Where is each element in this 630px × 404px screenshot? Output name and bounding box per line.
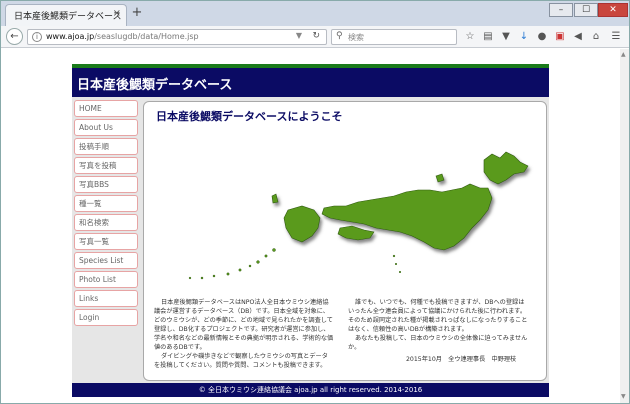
japan-map-image [188,151,529,280]
search-icon: ⚲ [336,31,343,41]
browser-tab[interactable]: 日本産後鰓類データベース × [5,4,127,26]
intro-paragraph-4: あなたも投稿して、日本のウミウシの全体像に迫ってみませんか。 [348,335,528,351]
sidebar-nav: HOME About Us 投稿手順 写真を投稿 写真BBS 種一覧 和名検索 … [74,100,138,328]
url-bar[interactable]: i www.ajoa.jp/seaslugdb/data/Home.jsp ▼ … [27,29,327,45]
maximize-button[interactable]: ☐ [574,3,598,17]
nav-item-links[interactable]: Links [74,290,138,307]
navigation-toolbar: ← i www.ajoa.jp/seaslugdb/data/Home.jsp … [1,26,629,48]
main-content: 日本産後鰓類データベースにようこそ 日本産後鰓類データベースはNPO法人全日本ウ… [143,101,547,381]
search-placeholder: 検索 [348,33,364,42]
welcome-title: 日本産後鰓類データベースにようこそ [156,110,343,123]
signature: 2015年10月 全ウ連理事長 中野理枝 [406,356,517,363]
nav-item-species-list[interactable]: Species List [74,252,138,269]
nav-item-species-index[interactable]: 種一覧 [74,195,138,212]
site-header: 日本産後鰓類データベース [72,68,549,97]
pocket-icon[interactable]: ▼ [499,30,513,44]
url-text: www.ajoa.jp/seaslugdb/data/Home.jsp [46,32,199,41]
reading-list-icon[interactable]: ▤ [481,30,495,44]
nav-item-login[interactable]: Login [74,309,138,326]
nav-item-japanese-name-search[interactable]: 和名検索 [74,214,138,231]
site-footer: © 全日本ウミウシ連絡協議会 ajoa.jp all right reserve… [72,383,549,397]
copyright-text: © 全日本ウミウシ連絡協議会 ajoa.jp all right reserve… [198,386,423,394]
minimize-button[interactable]: – [549,3,573,17]
search-bar[interactable]: ⚲ 検索 [331,29,457,45]
close-window-button[interactable]: ✕ [598,3,628,17]
sync-icon[interactable]: ◀ [571,30,585,44]
browser-window: 日本産後鰓類データベース × + – ☐ ✕ ← i www.ajoa.jp/s… [0,0,630,404]
reload-icon[interactable]: ↻ [312,31,320,41]
scroll-up-icon[interactable]: ▲ [621,51,626,58]
intro-paragraph-1: 日本産後鰓類データベースはNPO法人全日本ウミウシ連絡協議会が運営するデータベー… [154,299,334,351]
back-arrow-icon[interactable]: ← [6,28,23,45]
menu-icon[interactable]: ☰ [609,30,623,44]
nav-item-about-us[interactable]: About Us [74,119,138,136]
nav-item-home[interactable]: HOME [74,100,138,117]
new-tab-button[interactable]: + [130,6,144,20]
info-icon[interactable]: i [32,32,42,42]
url-dropdown-icon[interactable]: ▼ [296,31,302,40]
scroll-down-icon[interactable]: ▼ [621,393,626,400]
intro-paragraph-3: 誰でも、いつでも、何種でも投稿できますが、DBへの登録はいったん全ウ連会員によっ… [348,299,528,333]
tab-title: 日本産後鰓類データベース [14,12,122,22]
nav-item-photo-bbs[interactable]: 写真BBS [74,176,138,193]
nav-item-posting-guide[interactable]: 投稿手順 [74,138,138,155]
chat-icon[interactable]: ● [535,30,549,44]
bookmark-star-icon[interactable]: ☆ [463,30,477,44]
url-path: /seaslugdb/data/Home.jsp [94,32,199,41]
nav-item-post-photo[interactable]: 写真を投稿 [74,157,138,174]
url-host: www.ajoa.jp [46,32,95,41]
download-icon[interactable]: ↓ [517,30,531,44]
extension-icon[interactable]: ▣ [553,30,567,44]
nav-item-photo-list[interactable]: Photo List [74,271,138,288]
nav-item-photo-index[interactable]: 写真一覧 [74,233,138,250]
intro-text-right: 誰でも、いつでも、何種でも投稿できますが、DBへの登録はいったん全ウ連会員によっ… [348,298,528,352]
tab-strip: 日本産後鰓類データベース × + – ☐ ✕ [1,1,629,26]
intro-text-left: 日本産後鰓類データベースはNPO法人全日本ウミウシ連絡協議会が運営するデータベー… [154,298,334,370]
site-title: 日本産後鰓類データベース [77,78,233,93]
intro-paragraph-2: ダイビングや磯歩きなどで観察したウミウシの写真とデータを投稿してください。質問や… [154,353,328,369]
vertical-scrollbar[interactable] [620,49,629,403]
site-container: 日本産後鰓類データベース HOME About Us 投稿手順 写真を投稿 写真… [72,64,549,397]
tab-close-icon[interactable]: × [113,8,121,19]
home-icon[interactable]: ⌂ [589,30,603,44]
